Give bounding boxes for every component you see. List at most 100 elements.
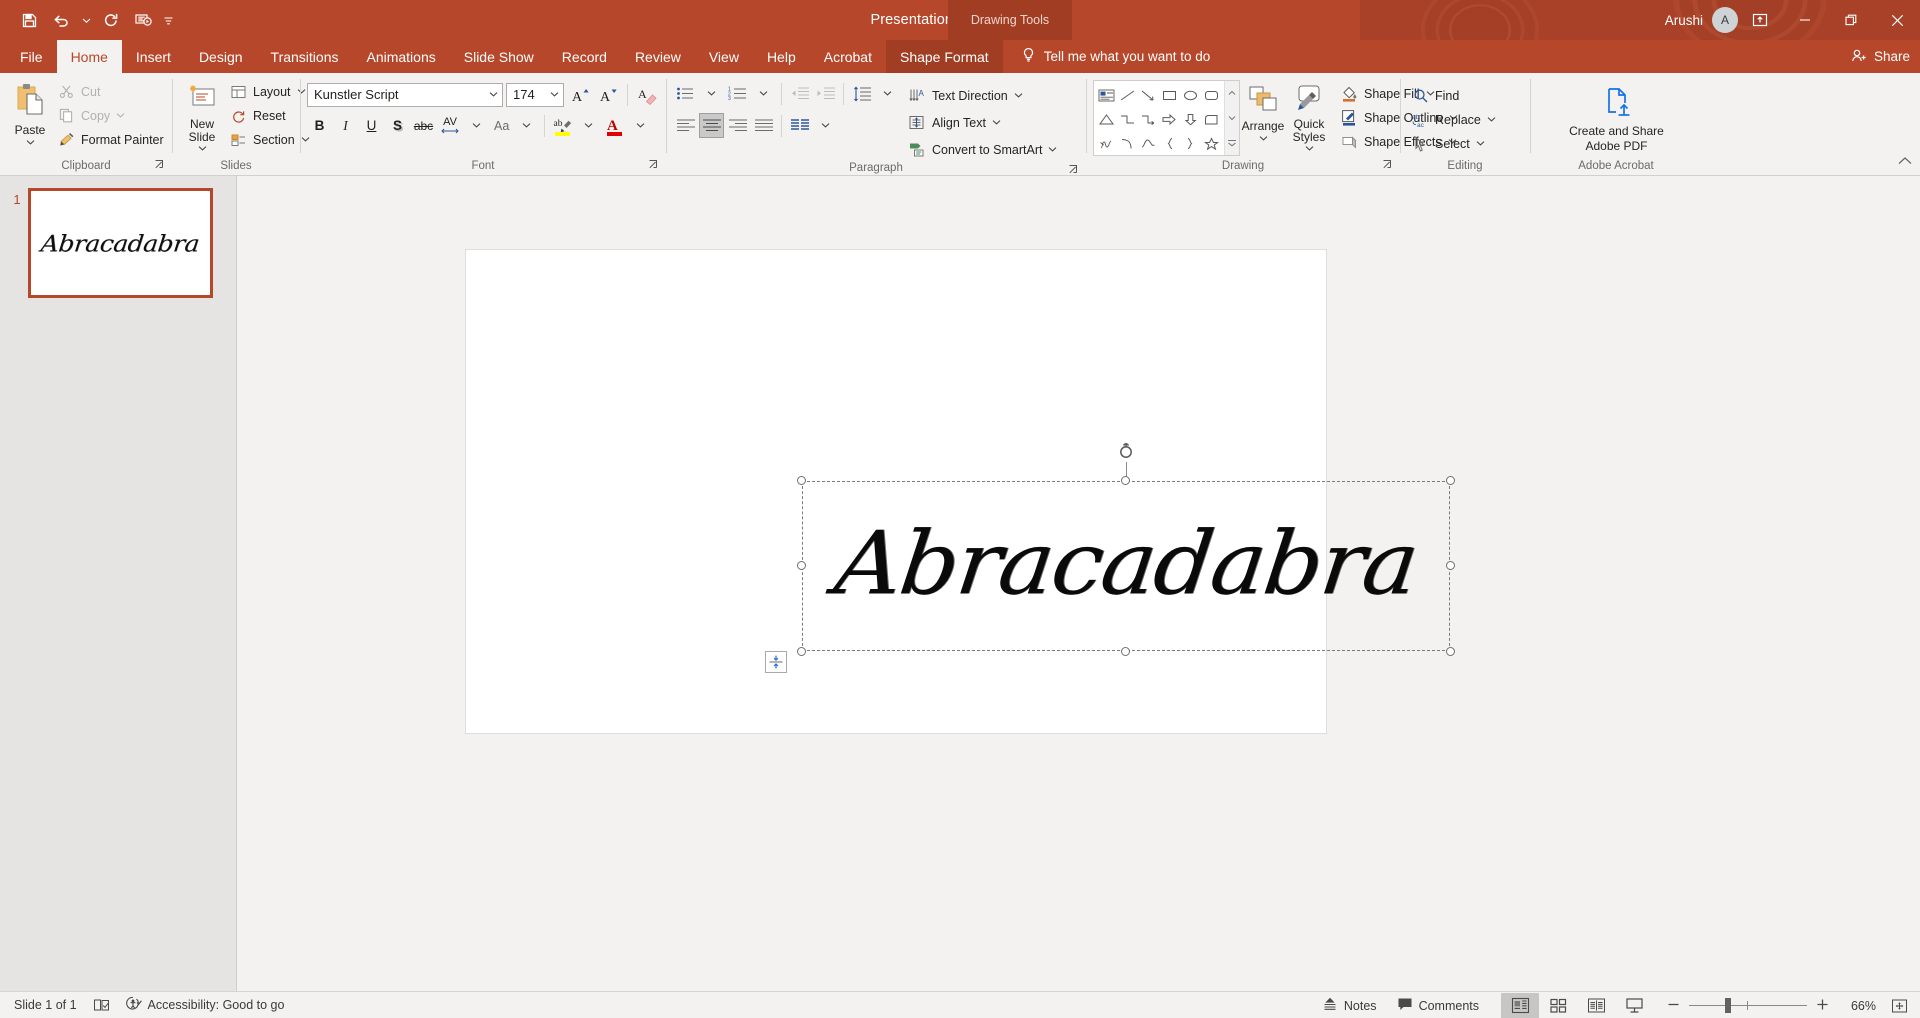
- bold-button[interactable]: B: [307, 113, 332, 138]
- tab-record[interactable]: Record: [548, 40, 621, 73]
- paragraph-dialog-launcher-icon[interactable]: [1068, 164, 1080, 176]
- increase-font-size-button[interactable]: A: [567, 82, 592, 107]
- find-button[interactable]: Find: [1407, 84, 1501, 107]
- tab-file[interactable]: File: [6, 40, 57, 73]
- text-direction-button[interactable]: A Text Direction: [904, 84, 1062, 107]
- tab-review[interactable]: Review: [621, 40, 695, 73]
- italic-button[interactable]: I: [333, 113, 358, 138]
- accessibility-status[interactable]: Accessibility: Good to go: [125, 996, 284, 1014]
- shape-arrow-icon[interactable]: [1138, 83, 1159, 107]
- resize-handle-se[interactable]: [1446, 647, 1455, 656]
- arrange-chevron-down-icon[interactable]: [1259, 135, 1268, 142]
- bullets-chevron-down-icon[interactable]: [699, 81, 724, 106]
- create-and-share-adobe-pdf-button[interactable]: Create and Share Adobe PDF: [1547, 82, 1687, 154]
- tab-design[interactable]: Design: [185, 40, 257, 73]
- numbering-button[interactable]: 123: [725, 81, 750, 106]
- reading-view-button[interactable]: [1577, 993, 1615, 1018]
- font-size-combo[interactable]: 174: [506, 82, 564, 107]
- new-slide-button[interactable]: New Slide: [179, 78, 225, 152]
- notes-button[interactable]: Notes: [1322, 997, 1377, 1014]
- shape-curve-icon[interactable]: [1117, 131, 1138, 155]
- shape-down-arrow-icon[interactable]: [1180, 107, 1201, 131]
- text-highlight-color-chevron-down-icon[interactable]: [576, 113, 601, 138]
- resize-handle-s[interactable]: [1121, 647, 1130, 656]
- spellcheck-icon[interactable]: [93, 998, 110, 1013]
- avatar[interactable]: A: [1712, 7, 1738, 33]
- columns-button[interactable]: [787, 113, 812, 138]
- resize-handle-ne[interactable]: [1446, 476, 1455, 485]
- quick-styles-button[interactable]: Quick Styles: [1286, 80, 1332, 152]
- shape-flowchart-page-icon[interactable]: [1201, 107, 1222, 131]
- slide-counter[interactable]: Slide 1 of 1: [14, 998, 77, 1012]
- ribbon-display-options-icon[interactable]: [1738, 0, 1782, 40]
- copy-chevron-down-icon[interactable]: [116, 112, 125, 119]
- tab-shape-format[interactable]: Shape Format: [885, 40, 1003, 73]
- zoom-slider-thumb[interactable]: [1725, 998, 1731, 1013]
- tell-me-search[interactable]: Tell me what you want to do: [1003, 40, 1210, 73]
- shape-left-brace-icon[interactable]: [1159, 131, 1180, 155]
- numbering-chevron-down-icon[interactable]: [751, 81, 776, 106]
- shapes-gallery[interactable]: [1093, 80, 1240, 156]
- bullets-button[interactable]: [673, 81, 698, 106]
- line-spacing-chevron-down-icon[interactable]: [875, 81, 900, 106]
- tab-slide-show[interactable]: Slide Show: [450, 40, 548, 73]
- zoom-level-label[interactable]: 66%: [1838, 999, 1876, 1013]
- align-right-button[interactable]: [725, 113, 750, 138]
- shape-rounded-rectangle-icon[interactable]: [1201, 83, 1222, 107]
- undo-icon[interactable]: [46, 6, 76, 34]
- slide-show-view-button[interactable]: [1615, 993, 1653, 1018]
- shape-rectangle-icon[interactable]: [1159, 83, 1180, 107]
- tab-acrobat[interactable]: Acrobat: [810, 40, 886, 73]
- tab-help[interactable]: Help: [753, 40, 810, 73]
- change-case-chevron-down-icon[interactable]: [514, 113, 539, 138]
- resize-handle-sw[interactable]: [797, 647, 806, 656]
- increase-indent-button[interactable]: [813, 81, 838, 106]
- drawing-dialog-launcher-icon[interactable]: [1382, 159, 1394, 171]
- arrange-button[interactable]: Arrange: [1240, 80, 1286, 142]
- normal-view-button[interactable]: [1501, 993, 1539, 1018]
- thumbnail-item[interactable]: 1 Abracadabra: [0, 188, 236, 298]
- strikethrough-button[interactable]: abc: [411, 113, 436, 138]
- slide-text-content[interactable]: Abracadabra: [802, 513, 1450, 615]
- shape-freeform-icon[interactable]: [1138, 131, 1159, 155]
- align-text-chevron-down-icon[interactable]: [992, 119, 1001, 126]
- tab-animations[interactable]: Animations: [352, 40, 449, 73]
- align-left-button[interactable]: [673, 113, 698, 138]
- align-text-button[interactable]: Align Text: [904, 111, 1062, 134]
- font-size-chevron-down-icon[interactable]: [546, 91, 563, 98]
- resize-handle-n[interactable]: [1121, 476, 1130, 485]
- shape-elbow-connector-icon[interactable]: [1117, 107, 1138, 131]
- font-color-button[interactable]: A: [602, 113, 627, 138]
- comments-button[interactable]: Comments: [1397, 997, 1479, 1014]
- font-name-chevron-down-icon[interactable]: [485, 91, 502, 98]
- thumbnail-frame[interactable]: Abracadabra: [28, 188, 213, 298]
- convert-to-smartart-button[interactable]: Convert to SmartArt: [904, 138, 1062, 161]
- slideshow-icon[interactable]: [128, 6, 158, 34]
- restore-icon[interactable]: [1828, 0, 1874, 40]
- customize-quick-access-toolbar-icon[interactable]: [160, 6, 176, 34]
- share-button[interactable]: Share: [1851, 40, 1910, 73]
- shape-right-arrow-icon[interactable]: [1159, 107, 1180, 131]
- character-spacing-chevron-down-icon[interactable]: [464, 113, 489, 138]
- slide-thumbnail-pane[interactable]: 1 Abracadabra: [0, 176, 237, 991]
- shape-elbow-arrow-connector-icon[interactable]: [1138, 107, 1159, 131]
- minimize-icon[interactable]: [1782, 0, 1828, 40]
- shapes-more-icon[interactable]: [1225, 131, 1239, 155]
- change-case-button[interactable]: Aa: [490, 113, 513, 138]
- select-button[interactable]: Select: [1407, 132, 1501, 155]
- shape-oval-icon[interactable]: [1180, 83, 1201, 107]
- font-color-chevron-down-icon[interactable]: [628, 113, 653, 138]
- shape-star-icon[interactable]: [1201, 131, 1222, 155]
- decrease-font-size-button[interactable]: A: [595, 82, 620, 107]
- resize-handle-nw[interactable]: [797, 476, 806, 485]
- columns-chevron-down-icon[interactable]: [813, 113, 838, 138]
- shape-triangle-icon[interactable]: [1096, 107, 1117, 131]
- autofit-options-icon[interactable]: [765, 651, 787, 673]
- tab-view[interactable]: View: [695, 40, 753, 73]
- underline-button[interactable]: U: [359, 113, 384, 138]
- text-highlight-color-button[interactable]: ab: [550, 113, 575, 138]
- quick-styles-chevron-down-icon[interactable]: [1305, 145, 1314, 152]
- cut-button[interactable]: Cut: [53, 80, 169, 103]
- select-chevron-down-icon[interactable]: [1476, 140, 1485, 147]
- text-box-selection[interactable]: Abracadabra: [765, 442, 1455, 673]
